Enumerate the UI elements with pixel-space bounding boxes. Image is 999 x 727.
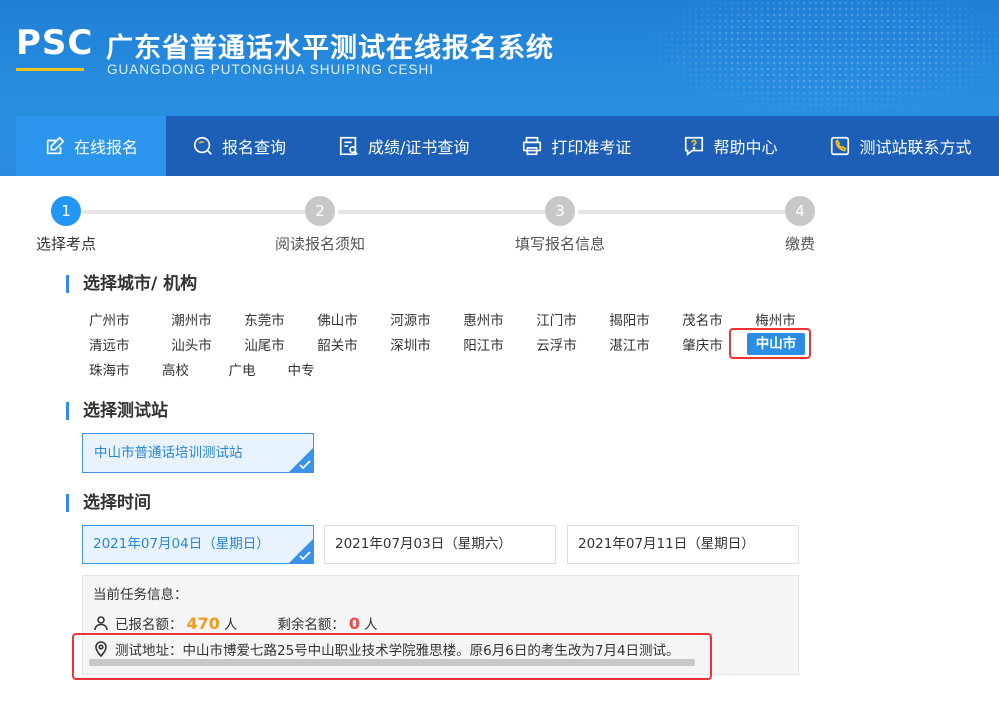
registered-count: 470 [186,613,220,633]
step-1: 1 选择考点 [36,196,96,254]
city-option[interactable]: 清远市 [82,334,155,354]
city-option[interactable]: 阳江市 [447,334,520,354]
city-option[interactable]: 韶关市 [301,334,374,354]
city-option[interactable]: 揭阳市 [593,309,666,329]
station-option-selected[interactable]: 中山市普通话培训测试站 [82,433,314,473]
nav-label: 在线报名 [73,138,138,157]
nav-label: 打印准考证 [551,138,632,157]
logo-text: PSC [16,23,94,63]
date-label: 2021年07月11日（星期日） [578,536,755,552]
step-3: 3 填写报名信息 [510,196,610,254]
nav-print-ticket[interactable]: 打印准考证 [495,116,657,176]
remaining-unit: 人 [364,617,378,633]
nav-online-register[interactable]: 在线报名 [16,116,166,176]
city-option[interactable]: 汕尾市 [228,334,301,354]
city-option[interactable]: 惠州市 [447,309,520,329]
nav-register-query[interactable]: 报名查询 [166,116,312,176]
registered-label: 已报名额： [115,617,183,633]
step-label: 选择考点 [36,235,97,253]
city-option[interactable]: 深圳市 [374,334,447,354]
printer-icon [521,135,543,157]
nav-label: 测试站联系方式 [859,138,972,157]
highlight-box-address [72,633,712,680]
city-option[interactable]: 梅州市 [739,309,812,329]
date-option-selected[interactable]: 2021年07月04日（星期日） [82,525,314,564]
nav-help-center[interactable]: 帮助中心 [657,116,803,176]
step-number: 3 [545,196,575,226]
phone-icon [829,135,851,157]
section-title-city: 选择城市/ 机构 [66,275,197,293]
date-label: 2021年07月03日（星期六） [335,536,512,552]
city-option[interactable]: 东莞市 [228,309,301,329]
remaining-count: 0 [348,613,361,633]
city-option[interactable]: 潮州市 [155,309,228,329]
check-icon [299,460,311,470]
registered-unit: 人 [223,617,238,633]
section-title-station: 选择测试站 [66,402,168,420]
city-option[interactable]: 河源市 [374,309,447,329]
world-map-decoration [579,0,999,116]
step-number: 4 [785,196,815,226]
nav-station-contact[interactable]: 测试站联系方式 [803,116,997,176]
step-label: 填写报名信息 [514,235,605,253]
nav-label: 帮助中心 [713,138,778,157]
site-title: 广东省普通话水平测试在线报名系统 [106,33,554,64]
nav-label: 报名查询 [222,138,287,157]
help-icon [683,135,705,157]
city-option[interactable]: 汕头市 [155,334,228,354]
step-label: 阅读报名须知 [274,235,365,253]
date-option[interactable]: 2021年07月11日（星期日） [567,525,799,564]
info-heading: 当前任务信息： [93,587,188,603]
city-option[interactable]: 茂名市 [666,309,739,329]
station-label: 中山市普通话培训测试站 [94,445,243,461]
quota-row: 已报名额： 470 人 剩余名额： 0 人 [93,613,788,633]
user-icon [93,615,109,631]
logo-underline [16,68,84,71]
city-option[interactable]: 珠海市 [82,359,162,379]
nav-label: 成绩/证书查询 [368,138,470,157]
city-row: 珠海市 高校 广电 中专 [82,356,822,381]
progress-steps: 1 选择考点 2 阅读报名须知 3 填写报名信息 4 缴费 [36,196,830,256]
city-option[interactable]: 高校 [162,359,212,379]
certificate-search-icon [338,135,360,157]
site-subtitle: GUANGDONG PUTONGHUA SHUIPING CESHI [107,62,435,77]
main-nav: 在线报名 报名查询 成绩/证书查询 打印准考证 帮助中心 测试站联系方式 [16,116,999,176]
city-list: 广州市 潮州市 东莞市 佛山市 河源市 惠州市 江门市 揭阳市 茂名市 梅州市 … [82,306,822,381]
remaining-label: 剩余名额： [277,617,345,633]
city-row: 清远市 汕头市 汕尾市 韶关市 深圳市 阳江市 云浮市 湛江市 肇庆市 中山市 [82,331,822,356]
section-title-time: 选择时间 [66,494,151,512]
check-icon [299,551,311,561]
city-option[interactable]: 中专 [272,359,330,379]
city-option[interactable]: 广电 [212,359,272,379]
edit-icon [44,135,66,157]
step-number: 2 [305,196,335,226]
psc-logo[interactable]: PSC [16,23,94,78]
step-2: 2 阅读报名须知 [270,196,370,254]
step-label: 缴费 [784,235,815,253]
date-option[interactable]: 2021年07月03日（星期六） [324,525,556,564]
city-option[interactable]: 佛山市 [301,309,374,329]
city-option[interactable]: 云浮市 [520,334,593,354]
step-4: 4 缴费 [770,196,830,254]
date-label: 2021年07月04日（星期日） [93,536,270,552]
highlight-box-city [729,328,811,359]
nav-score-query[interactable]: 成绩/证书查询 [312,116,495,176]
city-row: 广州市 潮州市 东莞市 佛山市 河源市 惠州市 江门市 揭阳市 茂名市 梅州市 [82,306,822,331]
search-icon [192,135,214,157]
step-number: 1 [51,196,81,226]
city-option[interactable]: 广州市 [82,309,155,329]
city-option[interactable]: 江门市 [520,309,593,329]
city-option[interactable]: 湛江市 [593,334,666,354]
